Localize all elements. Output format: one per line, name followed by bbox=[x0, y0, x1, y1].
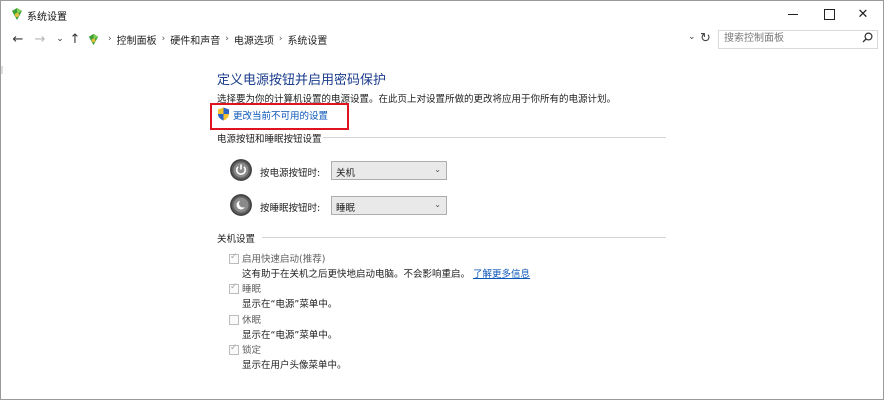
chevron-down-icon: ⌄ bbox=[56, 34, 64, 44]
system-settings-window: 系统设置 ✕ ← → ⌄ ↑ › 控制面板 › 硬件和声音 › 电源选项 › 系… bbox=[0, 0, 884, 400]
address-bar: ← → ⌄ ↑ › 控制面板 › 硬件和声音 › 电源选项 › 系统设置 ⌄ ↻ bbox=[1, 27, 883, 51]
change-unavailable-settings-link[interactable]: 更改当前不可用的设置 bbox=[233, 108, 328, 122]
sleep-button-action-value: 睡眠 bbox=[336, 203, 356, 214]
up-arrow-icon: ↑ bbox=[69, 31, 81, 47]
sleep-button-label: 按睡眠按钮时: bbox=[260, 203, 321, 214]
address-dropdown-icon[interactable]: ⌄ bbox=[688, 32, 696, 42]
chevron-right-icon: › bbox=[161, 34, 166, 44]
fast-startup-checkbox[interactable]: ✓ bbox=[229, 252, 239, 264]
sleep-menu-label: 睡眠 bbox=[242, 284, 262, 295]
minimize-icon bbox=[788, 13, 798, 15]
title-bar: 系统设置 ✕ bbox=[1, 1, 883, 27]
control-panel-icon bbox=[88, 33, 99, 45]
checkmark-icon: ✓ bbox=[230, 343, 238, 353]
back-arrow-icon: ← bbox=[12, 31, 24, 47]
fast-startup-desc-text: 这有助于在关机之后更快地启动电脑。不会影响重启。 bbox=[242, 269, 471, 280]
lock-menu-description: 显示在用户头像菜单中。 bbox=[242, 360, 347, 371]
fast-startup-label: 启用快速启动(推荐) bbox=[242, 254, 326, 265]
fast-startup-description: 这有助于在关机之后更快地启动电脑。不会影响重启。 了解更多信息 bbox=[242, 266, 530, 280]
power-button-action-value: 关机 bbox=[336, 168, 356, 179]
maximize-icon bbox=[823, 8, 835, 20]
hibernate-menu-checkbox[interactable] bbox=[229, 315, 239, 325]
window-title: 系统设置 bbox=[27, 12, 67, 23]
checkmark-icon: ✓ bbox=[230, 252, 238, 262]
refresh-icon[interactable]: ↻ bbox=[700, 31, 711, 46]
buttons-section-title: 电源按钮和睡眠按钮设置 bbox=[217, 134, 322, 145]
sleep-moon-icon bbox=[230, 194, 252, 216]
chevron-down-icon: ⌄ bbox=[434, 165, 441, 174]
sleep-button-action-select[interactable]: 睡眠 ⌄ bbox=[331, 196, 447, 215]
power-icon bbox=[230, 159, 252, 181]
checkmark-icon: ✓ bbox=[230, 282, 238, 292]
forward-button[interactable]: → bbox=[32, 31, 48, 47]
shutdown-section-title: 关机设置 bbox=[217, 234, 256, 245]
chevron-right-icon: › bbox=[225, 34, 229, 44]
section-divider bbox=[323, 137, 666, 138]
forward-arrow-icon: → bbox=[34, 31, 46, 47]
sleep-menu-checkbox[interactable]: ✓ bbox=[229, 282, 239, 294]
hibernate-menu-description: 显示在“电源”菜单中。 bbox=[242, 330, 338, 341]
section-divider bbox=[262, 237, 666, 238]
power-button-label: 按电源按钮时: bbox=[260, 168, 321, 179]
power-button-action-select[interactable]: 关机 ⌄ bbox=[331, 161, 447, 180]
window-edge-marker bbox=[1, 66, 3, 74]
breadcrumb[interactable]: › 控制面板 › 硬件和声音 › 电源选项 › 系统设置 bbox=[87, 30, 717, 48]
control-panel-icon bbox=[12, 8, 22, 20]
lock-menu-checkbox[interactable]: ✓ bbox=[229, 343, 239, 355]
breadcrumb-item-system-settings[interactable]: 系统设置 bbox=[287, 32, 327, 47]
chevron-right-icon: › bbox=[108, 34, 112, 44]
breadcrumb-item-hardware-sound[interactable]: 硬件和声音 bbox=[170, 32, 220, 47]
search-input[interactable] bbox=[719, 31, 854, 46]
search-icon[interactable] bbox=[862, 32, 873, 43]
back-button[interactable]: ← bbox=[10, 31, 26, 47]
learn-more-link[interactable]: 了解更多信息 bbox=[473, 269, 530, 280]
close-icon: ✕ bbox=[857, 6, 869, 22]
chevron-right-icon: › bbox=[278, 34, 283, 44]
hibernate-menu-label: 休眠 bbox=[242, 315, 262, 326]
lock-menu-label: 锁定 bbox=[242, 345, 262, 356]
page-title: 定义电源按钮并启用密码保护 bbox=[217, 73, 387, 88]
uac-shield-icon bbox=[218, 107, 229, 121]
breadcrumb-item-power-options[interactable]: 电源选项 bbox=[234, 32, 274, 47]
chevron-down-icon: ⌄ bbox=[434, 200, 441, 209]
search-box bbox=[718, 30, 878, 49]
up-button[interactable]: ↑ bbox=[67, 31, 83, 47]
close-button[interactable]: ✕ bbox=[841, 1, 884, 27]
breadcrumb-item-control-panel[interactable]: 控制面板 bbox=[117, 32, 157, 47]
sleep-menu-description: 显示在“电源”菜单中。 bbox=[242, 299, 338, 310]
recent-locations-button[interactable]: ⌄ bbox=[52, 31, 68, 47]
